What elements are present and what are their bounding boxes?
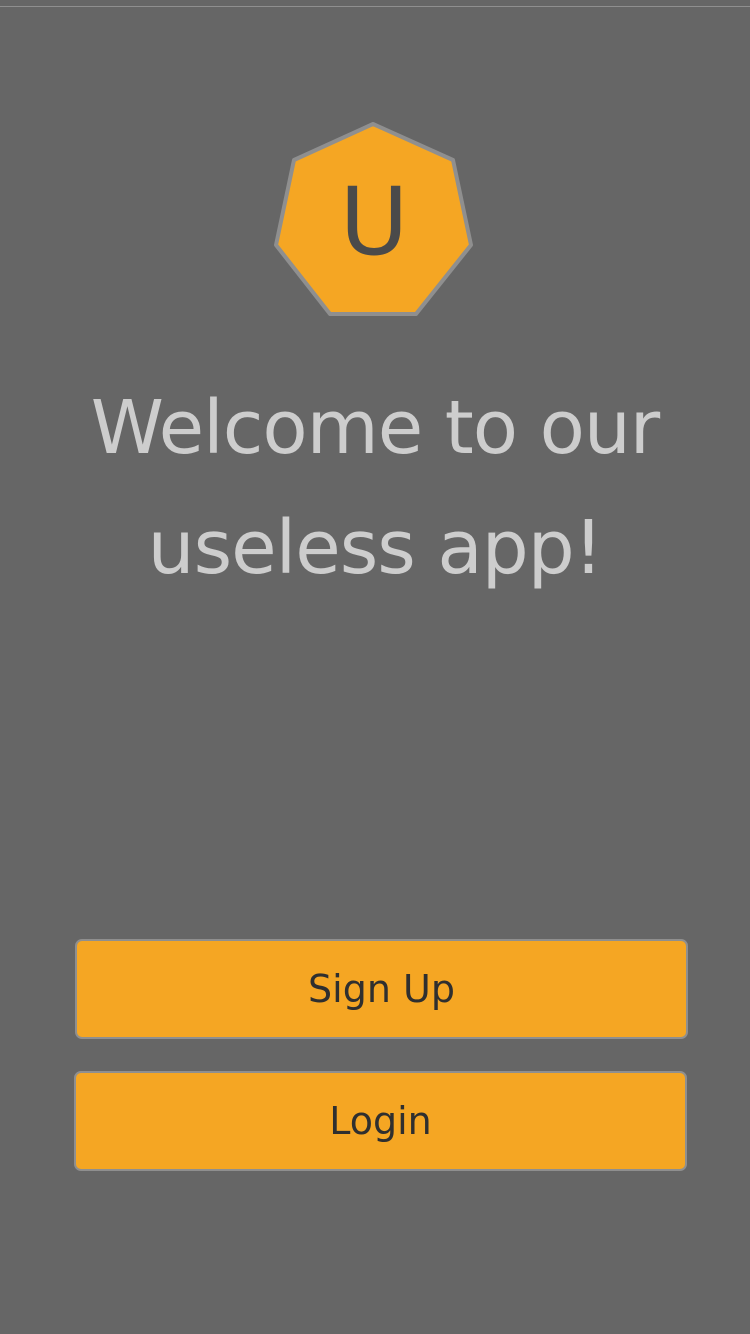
welcome-line-1: Welcome to our: [90, 385, 660, 471]
login-button[interactable]: Login: [74, 1071, 687, 1171]
app-logo: U: [273, 121, 475, 318]
top-divider: [0, 0, 750, 7]
logo-letter: U: [339, 167, 409, 277]
welcome-heading: Welcome to our useless app!: [0, 368, 750, 608]
sign-up-label: Sign Up: [308, 967, 455, 1011]
welcome-line-2: useless app!: [147, 505, 604, 591]
login-label: Login: [329, 1099, 432, 1143]
sign-up-button[interactable]: Sign Up: [75, 939, 688, 1039]
